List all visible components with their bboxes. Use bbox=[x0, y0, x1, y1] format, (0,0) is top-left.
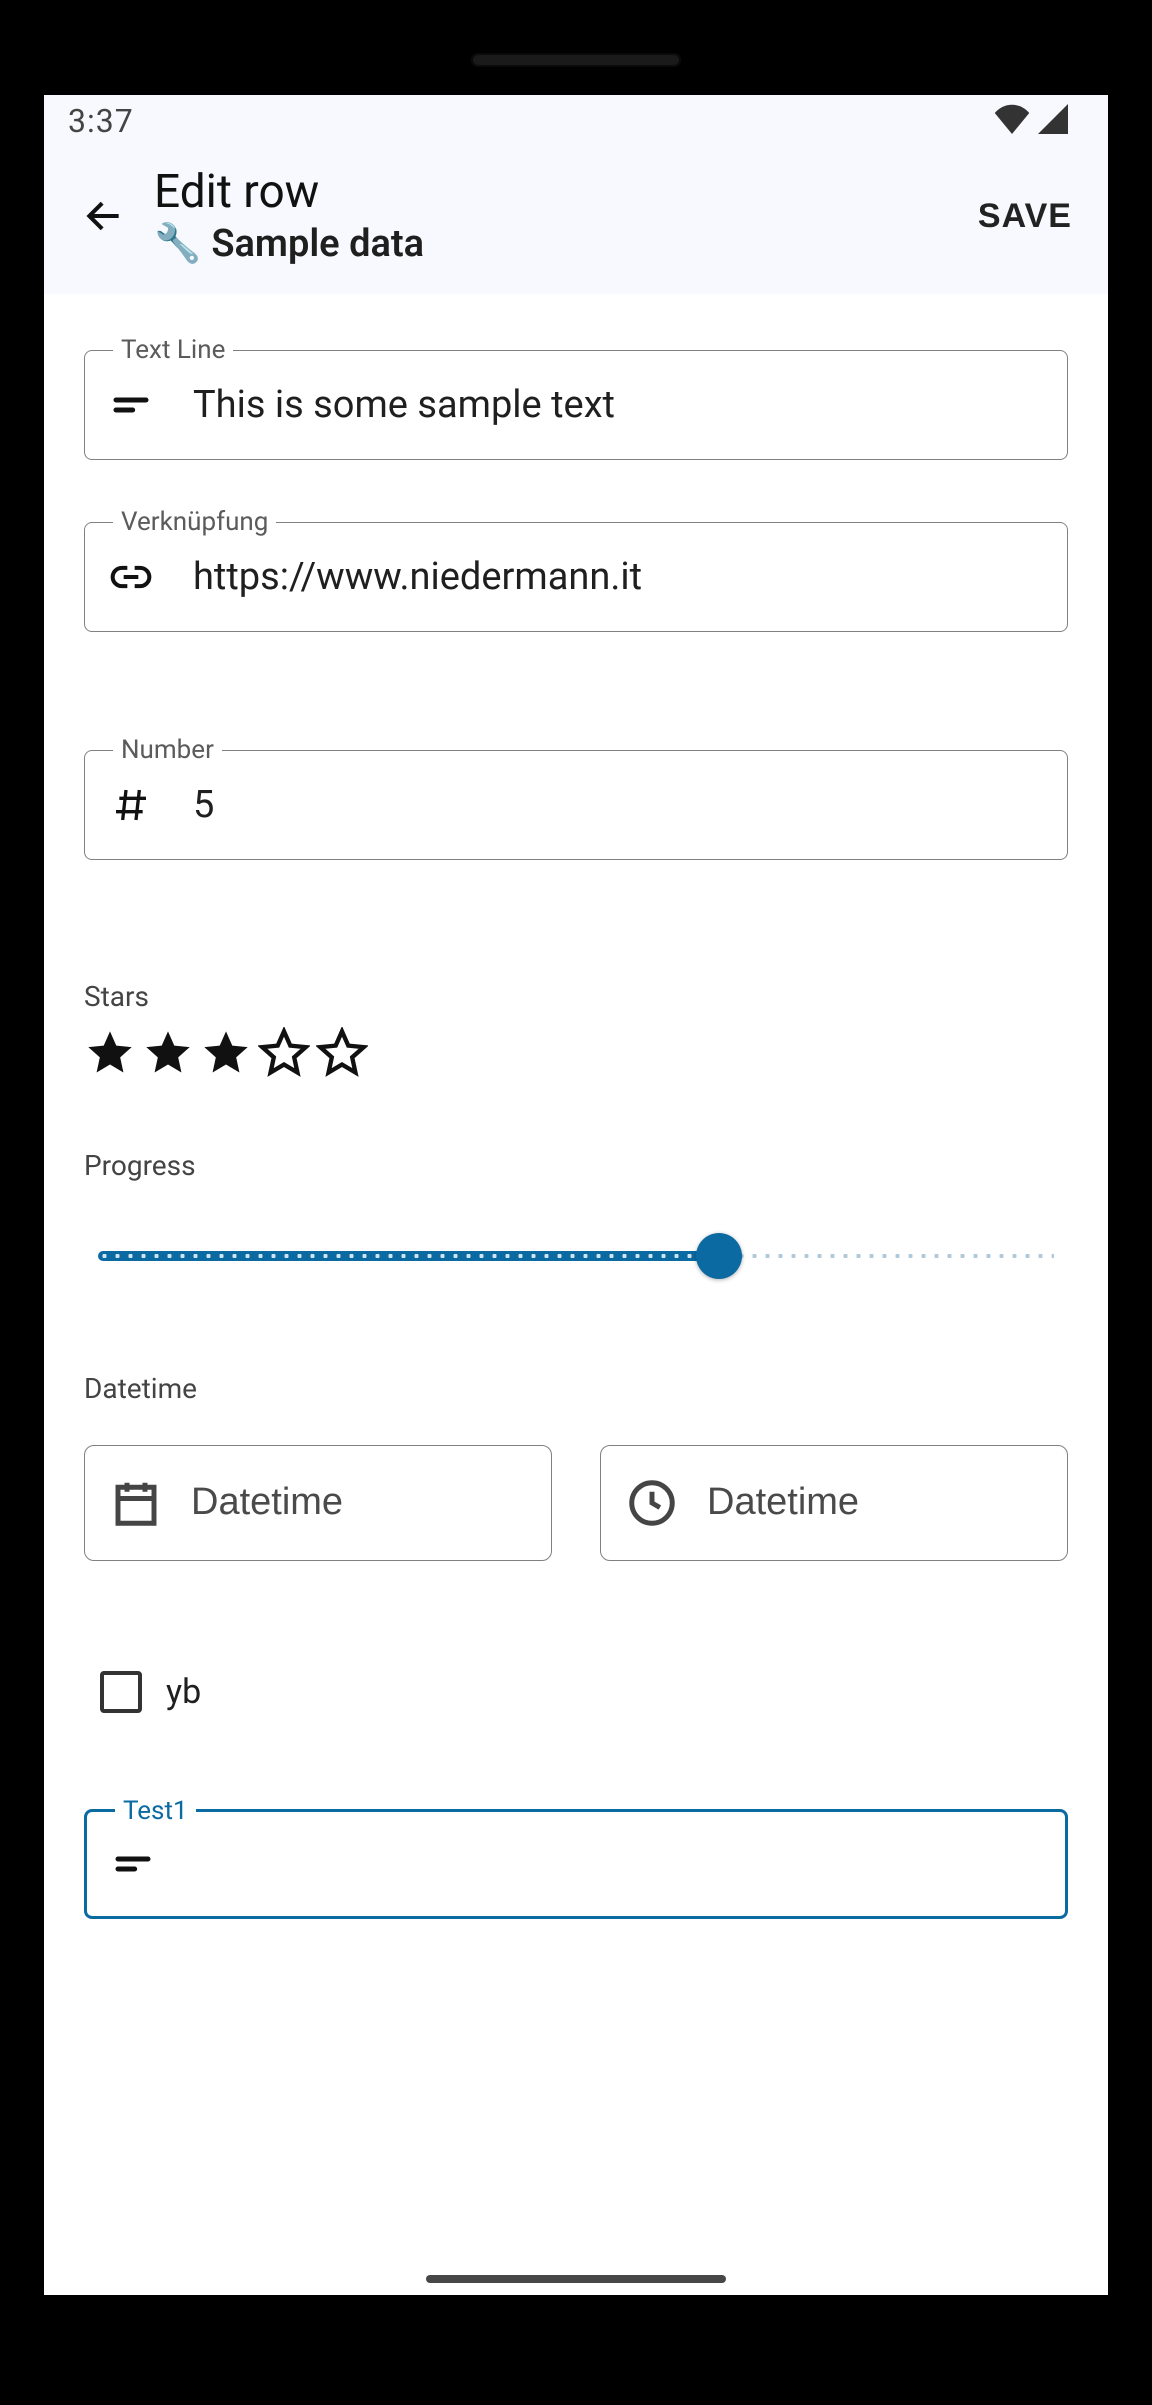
link-label: Verknüpfung bbox=[113, 507, 276, 537]
test1-label: Test1 bbox=[115, 1796, 196, 1826]
test1-input[interactable] bbox=[193, 1841, 1045, 1887]
datetime-date-button[interactable]: Datetime bbox=[84, 1445, 552, 1561]
checkbox-row[interactable]: yb bbox=[84, 1671, 1068, 1713]
test1-field[interactable]: Test1 bbox=[84, 1809, 1068, 1919]
notes-icon bbox=[107, 1844, 159, 1884]
slider-fill-dots bbox=[98, 1252, 719, 1260]
datetime-time-button[interactable]: Datetime bbox=[600, 1445, 1068, 1561]
stars-label: Stars bbox=[84, 980, 1068, 1013]
progress-label: Progress bbox=[84, 1149, 1068, 1182]
notes-icon bbox=[105, 385, 157, 425]
cell-signal-icon bbox=[1038, 104, 1068, 138]
wrench-icon: 🔧 bbox=[154, 222, 201, 266]
hash-icon bbox=[105, 785, 157, 825]
checkbox-yb-label: yb bbox=[166, 1672, 201, 1712]
link-input[interactable] bbox=[191, 554, 1047, 600]
number-label: Number bbox=[113, 735, 222, 765]
datetime-time-button-label: Datetime bbox=[707, 1481, 859, 1524]
back-button[interactable] bbox=[74, 186, 134, 246]
link-icon bbox=[105, 555, 157, 599]
star-1[interactable] bbox=[84, 1027, 136, 1079]
stars-rating[interactable] bbox=[84, 1027, 1068, 1079]
speaker-slot bbox=[471, 53, 681, 67]
app-bar: Edit row 🔧 Sample data SAVE bbox=[44, 147, 1108, 294]
slider-thumb[interactable] bbox=[696, 1233, 742, 1279]
link-field[interactable]: Verknüpfung bbox=[84, 522, 1068, 632]
checkbox-yb[interactable] bbox=[100, 1671, 142, 1713]
progress-slider[interactable] bbox=[98, 1236, 1054, 1276]
device-frame: 3:37 Edit row 🔧 Sample data bbox=[30, 30, 1122, 2330]
calendar-icon bbox=[109, 1476, 163, 1530]
star-5[interactable] bbox=[316, 1027, 368, 1079]
screen: 3:37 Edit row 🔧 Sample data bbox=[44, 95, 1108, 2295]
wifi-icon bbox=[994, 104, 1030, 138]
form-content: Text Line Verknüpfung Number bbox=[44, 294, 1108, 1919]
datetime-date-button-label: Datetime bbox=[191, 1481, 343, 1524]
number-input[interactable] bbox=[191, 782, 1047, 828]
status-time: 3:37 bbox=[68, 102, 134, 140]
text-line-label: Text Line bbox=[113, 335, 233, 365]
datetime-label: Datetime bbox=[84, 1372, 1068, 1405]
save-button[interactable]: SAVE bbox=[972, 196, 1078, 237]
page-subtitle: Sample data bbox=[211, 222, 424, 266]
number-field[interactable]: Number bbox=[84, 750, 1068, 860]
page-subtitle-row: 🔧 Sample data bbox=[154, 222, 972, 266]
arrow-left-icon bbox=[82, 194, 126, 238]
star-2[interactable] bbox=[142, 1027, 194, 1079]
clock-icon bbox=[625, 1476, 679, 1530]
page-title: Edit row bbox=[154, 167, 972, 218]
star-4[interactable] bbox=[258, 1027, 310, 1079]
text-line-input[interactable] bbox=[191, 382, 1047, 428]
gesture-bar bbox=[426, 2275, 726, 2283]
status-bar: 3:37 bbox=[44, 95, 1108, 147]
text-line-field[interactable]: Text Line bbox=[84, 350, 1068, 460]
star-3[interactable] bbox=[200, 1027, 252, 1079]
